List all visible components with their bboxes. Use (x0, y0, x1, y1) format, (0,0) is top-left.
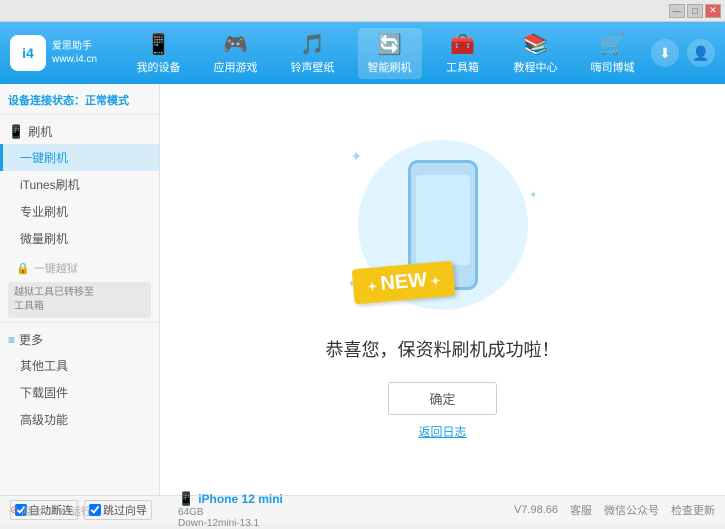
sidebar-item-itunes-flash[interactable]: iTunes刷机 (0, 171, 159, 198)
flash-section-header[interactable]: 📱 刷机 (0, 119, 159, 144)
main-area: 设备连接状态：正常模式 📱 刷机 一键刷机 iTunes刷机 专业刷机 微量刷机… (0, 84, 725, 495)
sidebar-notice: 越狱工具已转移至工具箱 (8, 282, 151, 318)
toolbox-icon: 🧰 (450, 32, 475, 57)
nav-toolbox[interactable]: 🧰 工具箱 (435, 28, 491, 79)
nav-ringtones-label: 铃声壁纸 (291, 59, 335, 75)
nav-right: ⬇ 👤 (651, 39, 715, 67)
lock-icon: 🔒 (16, 262, 30, 275)
minimize-button[interactable]: — (669, 4, 685, 18)
nav-toolbox-label: 工具箱 (446, 59, 479, 75)
nav-my-device-label: 我的设备 (137, 59, 181, 75)
bottom-right: V7.98.66 客服 微信公众号 检查更新 (514, 502, 715, 518)
nav-fansi-mall[interactable]: 🛒 嗨司博城 (581, 28, 645, 79)
maximize-button[interactable]: □ (687, 4, 703, 18)
confirm-button[interactable]: 确定 (388, 382, 496, 415)
bottom-bar: 自动断连 跳过向导 📱 iPhone 12 mini 64GB Down-12m… (0, 495, 725, 523)
sidebar-item-one-click-flash[interactable]: 一键刷机 (0, 144, 159, 171)
connection-status: 设备连接状态：正常模式 (0, 88, 159, 115)
stop-itunes-icon: ⊘ (10, 505, 18, 516)
sidebar-item-pro-flash[interactable]: 专业刷机 (0, 198, 159, 225)
top-nav: i4 爱思助手 www.i4.cn 📱 我的设备 🎮 应用游戏 🎵 铃声壁纸 🔄… (0, 22, 725, 84)
logo-icon: i4 (10, 35, 46, 71)
more-section-header: ≡ 更多 (0, 327, 159, 352)
flash-section: 📱 刷机 一键刷机 iTunes刷机 专业刷机 微量刷机 (0, 115, 159, 256)
logo-text: 爱思助手 www.i4.cn (52, 40, 97, 66)
stop-itunes-label: 阻止iTunes运行 (21, 503, 91, 518)
flash-section-icon: 📱 (8, 124, 24, 140)
device-storage: 64GB (178, 507, 283, 518)
sidebar-item-fix-flash[interactable]: 微量刷机 (0, 225, 159, 252)
tutorial-icon: 📚 (523, 32, 548, 57)
nav-tutorial[interactable]: 📚 教程中心 (504, 28, 568, 79)
device-name: iPhone 12 mini (198, 492, 283, 506)
nav-ringtones[interactable]: 🎵 铃声壁纸 (281, 28, 345, 79)
smart-flash-icon: 🔄 (377, 32, 402, 57)
main-content: ✦ ✦ ✦ NEW 恭喜您，保资料刷机成功啦！ 确定 返回日志 (160, 84, 725, 495)
download-button[interactable]: ⬇ (651, 39, 679, 67)
nav-tutorial-label: 教程中心 (514, 59, 558, 75)
check-update-link[interactable]: 检查更新 (671, 502, 715, 518)
success-message: 恭喜您，保资料刷机成功啦！ (326, 336, 560, 362)
sparkle-2: ✦ (529, 190, 537, 201)
nav-smart-flash-label: 智能刷机 (368, 59, 412, 75)
logo-area: i4 爱思助手 www.i4.cn (10, 35, 100, 71)
skip-wizard-checkbox[interactable]: 跳过向导 (84, 500, 152, 520)
device-version: Down-12mini-13.1 (178, 518, 283, 529)
device-icon: 📱 (178, 491, 194, 507)
close-button[interactable]: ✕ (705, 4, 721, 18)
wechat-public-link[interactable]: 微信公众号 (604, 502, 659, 518)
sidebar-locked-jailbreak: 🔒 一键越狱 (0, 256, 159, 280)
sidebar-item-other-tools[interactable]: 其他工具 (0, 352, 159, 379)
nav-fansi-mall-label: 嗨司博城 (591, 59, 635, 75)
back-link[interactable]: 返回日志 (418, 423, 466, 440)
title-bar: — □ ✕ (0, 0, 725, 22)
nav-apps-games-label: 应用游戏 (214, 59, 258, 75)
sparkle-1: ✦ (351, 148, 363, 165)
nav-items: 📱 我的设备 🎮 应用游戏 🎵 铃声壁纸 🔄 智能刷机 🧰 工具箱 📚 教程中心… (120, 28, 651, 79)
nav-smart-flash[interactable]: 🔄 智能刷机 (358, 28, 422, 79)
sidebar: 设备连接状态：正常模式 📱 刷机 一键刷机 iTunes刷机 专业刷机 微量刷机… (0, 84, 160, 495)
my-device-icon: 📱 (146, 32, 171, 57)
nav-apps-games[interactable]: 🎮 应用游戏 (204, 28, 268, 79)
fansi-mall-icon: 🛒 (600, 32, 625, 57)
user-button[interactable]: 👤 (687, 39, 715, 67)
sidebar-item-download-firmware[interactable]: 下载固件 (0, 379, 159, 406)
illustration: ✦ ✦ ✦ NEW (343, 140, 543, 320)
phone-screen (416, 175, 470, 265)
nav-my-device[interactable]: 📱 我的设备 (127, 28, 191, 79)
sidebar-item-advanced[interactable]: 高级功能 (0, 406, 159, 433)
version-info: V7.98.66 (514, 504, 558, 516)
apps-games-icon: 🎮 (223, 32, 248, 57)
ringtones-icon: 🎵 (300, 32, 325, 57)
customer-service-link[interactable]: 客服 (570, 502, 592, 518)
more-icon: ≡ (8, 333, 15, 347)
